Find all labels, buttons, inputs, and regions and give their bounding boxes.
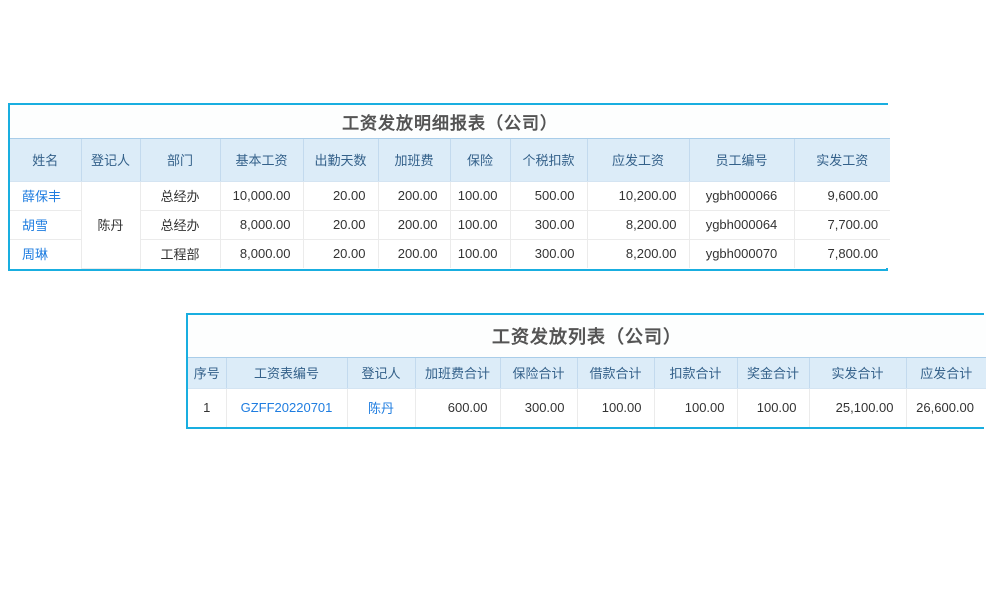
col-header-overtime-total: 加班费合计 [415,357,500,388]
payable-salary-cell: 10,200.00 [587,181,689,210]
seq-cell: 1 [188,388,226,427]
payable-salary-cell: 8,200.00 [587,239,689,268]
insurance-cell: 100.00 [450,181,510,210]
col-header-payable-total: 应发合计 [906,357,986,388]
col-header-insurance: 保险 [450,138,510,181]
col-header-bonus-total: 奖金合计 [737,357,809,388]
col-header-deduction-total: 扣款合计 [654,357,737,388]
insurance-total-cell: 300.00 [500,388,577,427]
report-title: 工资发放明细报表（公司） [10,105,890,138]
actual-salary-cell: 7,800.00 [794,239,890,268]
payroll-id-link[interactable]: GZFF20220701 [241,400,333,415]
registrant-link[interactable]: 陈丹 [368,401,394,416]
col-header-actual-total: 实发合计 [809,357,906,388]
attendance-days-cell: 20.00 [303,181,378,210]
salary-detail-report-panel: 工资发放明细报表（公司） 姓名 登记人 部门 基本工资 出勤天数 加班费 保险 … [8,103,888,271]
department-cell: 工程部 [140,239,220,268]
list-title: 工资发放列表（公司） [188,315,986,357]
registrant-merged-cell: 陈丹 [81,181,140,268]
tax-deduction-cell: 300.00 [510,210,587,239]
attendance-days-cell: 20.00 [303,239,378,268]
col-header-seq: 序号 [188,357,226,388]
loan-total-cell: 100.00 [577,388,654,427]
col-header-payroll-id: 工资表编号 [226,357,347,388]
list-title-row: 工资发放列表（公司） [188,315,986,357]
employee-name-link[interactable]: 薛保丰 [22,189,61,204]
salary-detail-report-table: 工资发放明细报表（公司） 姓名 登记人 部门 基本工资 出勤天数 加班费 保险 … [10,105,890,269]
report-header-row: 姓名 登记人 部门 基本工资 出勤天数 加班费 保险 个税扣款 应发工资 员工编… [10,138,890,181]
base-salary-cell: 10,000.00 [220,181,303,210]
list-header-row: 序号 工资表编号 登记人 加班费合计 保险合计 借款合计 扣款合计 奖金合计 实… [188,357,986,388]
overtime-pay-cell: 200.00 [378,239,450,268]
employee-id-cell: ygbh000066 [689,181,794,210]
base-salary-cell: 8,000.00 [220,210,303,239]
actual-total-cell: 25,100.00 [809,388,906,427]
employee-name-link[interactable]: 周琳 [22,247,48,262]
col-header-registrant: 登记人 [347,357,415,388]
salary-list-panel: 工资发放列表（公司） 序号 工资表编号 登记人 加班费合计 保险合计 借款合计 … [186,313,984,429]
registrant-cell: 陈丹 [347,388,415,427]
col-header-payable-salary: 应发工资 [587,138,689,181]
tax-deduction-cell: 300.00 [510,239,587,268]
overtime-pay-cell: 200.00 [378,181,450,210]
employee-name-cell: 薛保丰 [10,181,81,210]
overtime-total-cell: 600.00 [415,388,500,427]
insurance-cell: 100.00 [450,210,510,239]
salary-list-table: 工资发放列表（公司） 序号 工资表编号 登记人 加班费合计 保险合计 借款合计 … [188,315,986,427]
col-header-employee-id: 员工编号 [689,138,794,181]
col-header-name: 姓名 [10,138,81,181]
col-header-overtime-pay: 加班费 [378,138,450,181]
col-header-insurance-total: 保险合计 [500,357,577,388]
employee-id-cell: ygbh000070 [689,239,794,268]
col-header-department: 部门 [140,138,220,181]
report-title-row: 工资发放明细报表（公司） [10,105,890,138]
report-row: 胡雪 总经办 8,000.00 20.00 200.00 100.00 300.… [10,210,890,239]
report-row: 薛保丰 陈丹 总经办 10,000.00 20.00 200.00 100.00… [10,181,890,210]
col-header-base-salary: 基本工资 [220,138,303,181]
payable-salary-cell: 8,200.00 [587,210,689,239]
col-header-actual-salary: 实发工资 [794,138,890,181]
employee-name-cell: 胡雪 [10,210,81,239]
department-cell: 总经办 [140,210,220,239]
col-header-attendance-days: 出勤天数 [303,138,378,181]
employee-name-link[interactable]: 胡雪 [22,218,48,233]
payroll-id-cell: GZFF20220701 [226,388,347,427]
department-cell: 总经办 [140,181,220,210]
tax-deduction-cell: 500.00 [510,181,587,210]
employee-name-cell: 周琳 [10,239,81,268]
col-header-tax-deduction: 个税扣款 [510,138,587,181]
col-header-registrant: 登记人 [81,138,140,181]
bonus-total-cell: 100.00 [737,388,809,427]
base-salary-cell: 8,000.00 [220,239,303,268]
payable-total-cell: 26,600.00 [906,388,986,427]
employee-id-cell: ygbh000064 [689,210,794,239]
col-header-loan-total: 借款合计 [577,357,654,388]
attendance-days-cell: 20.00 [303,210,378,239]
report-row: 周琳 工程部 8,000.00 20.00 200.00 100.00 300.… [10,239,890,268]
actual-salary-cell: 7,700.00 [794,210,890,239]
insurance-cell: 100.00 [450,239,510,268]
actual-salary-cell: 9,600.00 [794,181,890,210]
deduction-total-cell: 100.00 [654,388,737,427]
list-row: 1 GZFF20220701 陈丹 600.00 300.00 100.00 1… [188,388,986,427]
overtime-pay-cell: 200.00 [378,210,450,239]
